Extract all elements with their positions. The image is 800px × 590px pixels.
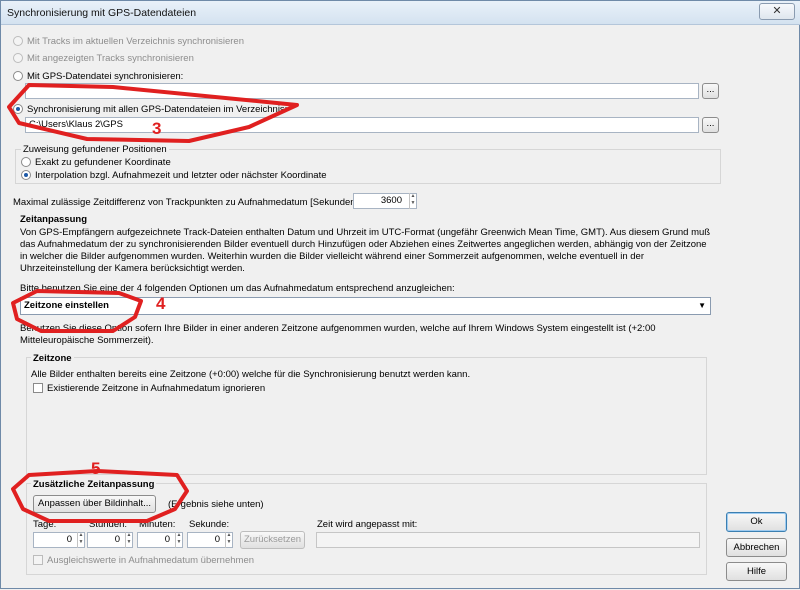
- max-diff-spinner[interactable]: ▲ ▼: [409, 193, 416, 209]
- label-all-gps-dir: Synchronisierung mit allen GPS-Datendate…: [27, 104, 288, 115]
- ignore-timezone-label: Existierende Zeitzone in Aufnahmedatum i…: [47, 383, 266, 394]
- adjusted-value-field: [316, 532, 700, 548]
- chevron-down-icon: ▼: [698, 301, 706, 310]
- dialog-window: Synchronisierung mit GPS-Datendateien ✕ …: [0, 0, 800, 589]
- radio-interpolation[interactable]: [21, 170, 31, 180]
- spin-down-icon[interactable]: ▼: [227, 539, 232, 545]
- extra-adjust-heading: Zusätzliche Zeitanpassung: [31, 479, 157, 490]
- ok-button[interactable]: Ok: [726, 512, 787, 532]
- adjustment-dropdown[interactable]: Zeitzone einstellen ▼: [20, 297, 711, 315]
- days-spinner[interactable]: ▲ ▼: [77, 532, 84, 548]
- spin-up-icon[interactable]: ▲: [177, 532, 182, 538]
- seconds-spinner[interactable]: ▲ ▼: [225, 532, 232, 548]
- label-exact: Exakt zu gefundener Koordinate: [35, 157, 171, 168]
- spin-down-icon[interactable]: ▼: [127, 539, 132, 545]
- minutes-label: Minuten:: [139, 519, 176, 530]
- ignore-timezone-checkbox[interactable]: [33, 383, 43, 393]
- label-current-dir: Mit Tracks im aktuellen Verzeichnis sync…: [27, 36, 245, 47]
- max-diff-label: Maximal zulässige Zeitdifferenz von Trac…: [13, 197, 361, 208]
- annotation-4: 4: [156, 294, 166, 313]
- result-hint: (Ergebnis siehe unten): [168, 499, 264, 510]
- label-interpolation: Interpolation bzgl. Aufnahmezeit und let…: [35, 170, 327, 181]
- hours-spinner[interactable]: ▲ ▼: [125, 532, 132, 548]
- radio-shown-tracks[interactable]: [13, 53, 23, 63]
- label-gps-file: Mit GPS-Datendatei synchronisieren:: [27, 71, 184, 82]
- close-button[interactable]: ✕: [759, 3, 795, 20]
- gps-dir-input[interactable]: C:\Users\Klaus 2\GPS: [25, 117, 699, 133]
- browse-gps-dir-button[interactable]: ...: [702, 117, 719, 133]
- option-description: Benutzen Sie diese Option sofern Ihre Bi…: [20, 323, 656, 346]
- radio-gps-file[interactable]: [13, 71, 23, 81]
- annotation-3: 3: [152, 119, 162, 138]
- annotation-5: 5: [91, 459, 101, 478]
- adjusted-label: Zeit wird angepasst mit:: [317, 519, 418, 530]
- window-title: Synchronisierung mit GPS-Datendateien: [7, 7, 197, 19]
- dropdown-value: Zeitzone einstellen: [24, 300, 109, 311]
- days-label: Tage:: [33, 519, 57, 530]
- spin-down-icon[interactable]: ▼: [411, 200, 416, 206]
- seconds-label: Sekunde:: [189, 519, 230, 530]
- spin-up-icon[interactable]: ▲: [411, 193, 416, 199]
- help-button[interactable]: Hilfe: [726, 562, 787, 581]
- minutes-spinner[interactable]: ▲ ▼: [175, 532, 182, 548]
- zeitzone-heading: Zeitzone: [31, 353, 74, 364]
- spin-up-icon[interactable]: ▲: [79, 532, 84, 538]
- zeitzone-text: Alle Bilder enthalten bereits eine Zeitz…: [31, 369, 471, 380]
- radio-current-dir[interactable]: [13, 36, 23, 46]
- apply-offsets-label: Ausgleichswerte in Aufnahmedatum überneh…: [47, 555, 255, 566]
- browse-gps-file-button[interactable]: ...: [702, 83, 719, 99]
- spin-down-icon[interactable]: ▼: [79, 539, 84, 545]
- gps-file-input[interactable]: [25, 83, 699, 99]
- zeitanpassung-description: Von GPS-Empfängern aufgezeichnete Track-…: [20, 227, 711, 274]
- title-bar: Synchronisierung mit GPS-Datendateien ✕: [1, 1, 800, 25]
- apply-offsets-checkbox[interactable]: [33, 555, 43, 565]
- label-shown-tracks: Mit angezeigten Tracks synchronisieren: [27, 53, 194, 64]
- max-diff-input[interactable]: 3600: [353, 193, 417, 209]
- radio-all-gps-dir[interactable]: [13, 104, 23, 114]
- choose-option-label: Bitte benutzen Sie eine der 4 folgenden …: [20, 283, 455, 294]
- radio-exact[interactable]: [21, 157, 31, 167]
- spin-down-icon[interactable]: ▼: [177, 539, 182, 545]
- reset-button[interactable]: Zurücksetzen: [240, 531, 305, 549]
- hours-label: Stunden:: [89, 519, 128, 530]
- assignment-heading: Zuweisung gefundener Positionen: [21, 144, 169, 155]
- spin-up-icon[interactable]: ▲: [227, 532, 232, 538]
- adjust-by-image-button[interactable]: Anpassen über Bildinhalt...: [33, 495, 156, 513]
- spin-up-icon[interactable]: ▲: [127, 532, 132, 538]
- cancel-button[interactable]: Abbrechen: [726, 538, 787, 557]
- zeitanpassung-heading: Zeitanpassung: [20, 214, 88, 225]
